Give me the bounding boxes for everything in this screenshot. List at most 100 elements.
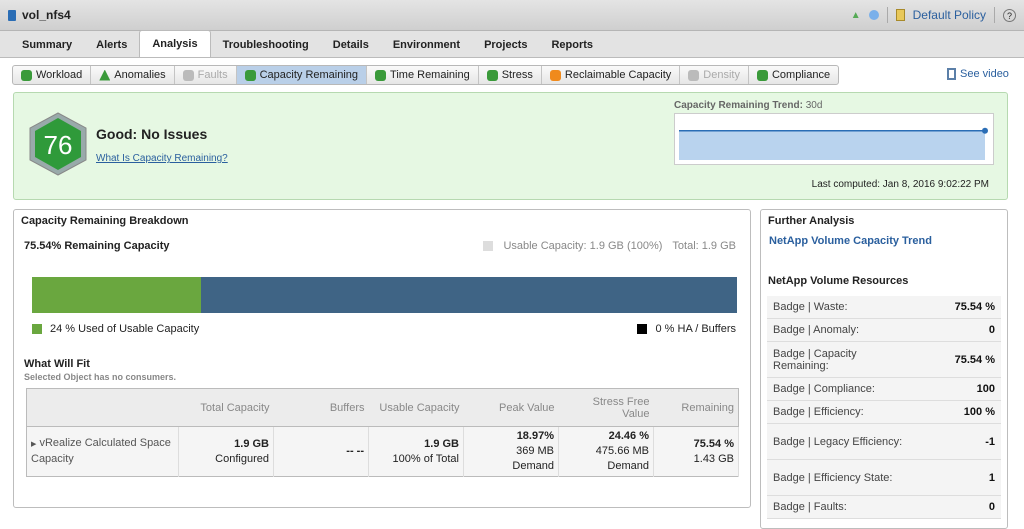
resource-value: 0 — [988, 324, 995, 336]
badge-tab-compliance[interactable]: Compliance — [749, 66, 838, 84]
status-title: Good: No Issues — [96, 126, 208, 142]
resource-label: Badge | Legacy Efficiency: — [773, 435, 903, 448]
see-video-link[interactable]: See video — [947, 68, 1009, 80]
health-icon: ▲ — [850, 9, 861, 21]
badge-label: Compliance — [771, 69, 831, 81]
ha-legend: 0 % HA / Buffers — [655, 323, 736, 335]
badge-label: Faults — [197, 69, 228, 81]
stress-icon — [486, 69, 498, 81]
resource-row: Badge | Waste: 75.54 % — [767, 296, 1001, 319]
window-title: vol_nfs4 — [22, 8, 71, 22]
badge-label: Capacity Remaining — [259, 69, 359, 81]
resource-value: 75.54 % — [954, 353, 995, 366]
help-button[interactable]: ? — [1003, 8, 1016, 22]
header-peak: Peak Value — [463, 388, 559, 427]
trend-chart — [674, 113, 994, 165]
ha-swatch — [637, 324, 648, 334]
badge-label: Anomalies — [114, 69, 166, 81]
badge-tab-faults[interactable]: Faults — [175, 66, 237, 84]
summary-panel: 76 Good: No Issues What Is Capacity Rema… — [13, 92, 1008, 200]
resource-value: 100 — [976, 383, 995, 395]
remaining-capacity: 75.54% Remaining Capacity — [24, 240, 170, 252]
header-total: Total Capacity — [178, 388, 274, 427]
resource-row: Badge | Compliance: 100 — [767, 378, 1001, 401]
badge-label: Time Remaining — [390, 69, 470, 81]
header-buffers: Buffers — [273, 388, 369, 427]
resource-label: Badge | Faults: — [773, 501, 847, 513]
resource-row: Badge | Capacity Remaining: 75.54 % — [767, 342, 1001, 378]
trend-period: 30d — [805, 100, 823, 111]
what-will-fit-table: Total Capacity Buffers Usable Capacity P… — [26, 388, 739, 477]
total-capacity: Total: 1.9 GB — [672, 240, 736, 252]
capacity-trend-link[interactable]: NetApp Volume Capacity Trend — [761, 232, 1007, 250]
what-will-fit-subtitle: Selected Object has no consumers. — [24, 372, 177, 382]
help-link[interactable]: What Is Capacity Remaining? — [96, 153, 228, 164]
default-policy-link[interactable]: Default Policy — [913, 8, 986, 22]
badge-tab-time-remaining[interactable]: Time Remaining — [367, 66, 479, 84]
volume-icon — [8, 9, 16, 21]
resource-value: 0 — [988, 501, 995, 513]
remaining-segment — [201, 277, 737, 313]
tab-reports[interactable]: Reports — [539, 33, 605, 57]
header-usable: Usable Capacity — [368, 388, 464, 427]
badge-tab-density[interactable]: Density — [680, 66, 749, 84]
peak-mb: 369 MB — [516, 445, 554, 457]
resource-row: Badge | Efficiency State: 1 — [767, 460, 1001, 496]
tab-alerts[interactable]: Alerts — [84, 33, 139, 57]
badge-tab-anomalies[interactable]: Anomalies — [91, 66, 175, 84]
tab-details[interactable]: Details — [321, 33, 381, 57]
main-tabs: Summary Alerts Analysis Troubleshooting Deta… — [0, 30, 1024, 58]
badge-tab-reclaimable-capacity[interactable]: Reclaimable Capacity — [542, 66, 681, 84]
workload-icon — [21, 69, 32, 81]
badge-label: Density — [703, 69, 740, 81]
table-row[interactable]: ▶ vRealize Calculated Space Capacity 1.9… — [26, 426, 739, 477]
stress-value: 24.46 % — [608, 430, 649, 442]
badge-tab-stress[interactable]: Stress — [479, 66, 542, 84]
badge-tab-workload[interactable]: Workload — [13, 66, 92, 84]
remaining-gb: 1.43 GB — [693, 452, 734, 465]
resource-row: Badge | Legacy Efficiency: -1 — [767, 424, 1001, 460]
used-legend: 24 % Used of Usable Capacity — [50, 323, 200, 335]
breakdown-title: Capacity Remaining Breakdown — [21, 215, 189, 227]
used-swatch — [32, 324, 42, 334]
expand-icon[interactable]: ▶ — [31, 441, 36, 448]
tab-environment[interactable]: Environment — [381, 33, 472, 57]
further-analysis-title: Further Analysis — [768, 215, 855, 227]
capacity-remaining-icon — [244, 69, 256, 81]
resource-row: Badge | Anomaly: 0 — [767, 319, 1001, 342]
usable-capacity: Usable Capacity: 1.9 GB (100%) — [503, 240, 663, 252]
last-computed: Last computed: Jan 8, 2016 9:02:22 PM — [811, 179, 989, 190]
trend-label: Capacity Remaining Trend: — [674, 100, 803, 111]
tab-projects[interactable]: Projects — [472, 33, 539, 57]
badge-label: Reclaimable Capacity — [564, 69, 672, 81]
total-sub: Configured — [215, 452, 269, 465]
resources-title: NetApp Volume Resources — [768, 275, 909, 287]
policy-icon — [895, 9, 905, 21]
breakdown-panel: Capacity Remaining Breakdown 75.54% Rema… — [13, 209, 751, 508]
tab-troubleshooting[interactable]: Troubleshooting — [211, 33, 321, 57]
resource-label: Badge | Waste: — [773, 301, 848, 313]
resources-list: Badge | Waste: 75.54 % Badge | Anomaly: 0 Ba… — [761, 296, 1007, 519]
tab-summary[interactable]: Summary — [10, 33, 84, 57]
status-icon — [868, 10, 879, 20]
buffers-value: -- -- — [346, 445, 364, 457]
score-badge: 76 — [29, 112, 87, 176]
resource-label: Badge | Compliance: — [773, 383, 875, 395]
table-header: Total Capacity Buffers Usable Capacity P… — [26, 388, 739, 427]
resource-value: 1 — [988, 471, 995, 484]
stress-sub: Demand — [607, 460, 649, 472]
resource-value: -1 — [985, 435, 995, 448]
header-name — [26, 388, 179, 427]
resource-label: Badge | Anomaly: — [773, 324, 860, 336]
badge-tab-capacity-remaining[interactable]: Capacity Remaining — [236, 66, 368, 84]
tab-analysis[interactable]: Analysis — [139, 30, 211, 57]
header-remaining: Remaining — [653, 388, 739, 427]
resource-row: Badge | Faults: 0 — [767, 496, 1001, 519]
resource-label: Badge | Capacity Remaining: — [773, 347, 857, 372]
reclaimable-capacity-icon — [549, 69, 561, 81]
further-analysis-panel: Further Analysis NetApp Volume Capacity … — [760, 209, 1008, 529]
compliance-icon — [756, 69, 768, 81]
faults-icon — [182, 69, 194, 81]
capacity-bar — [32, 277, 737, 313]
remaining-value: 75.54 % — [693, 437, 734, 450]
